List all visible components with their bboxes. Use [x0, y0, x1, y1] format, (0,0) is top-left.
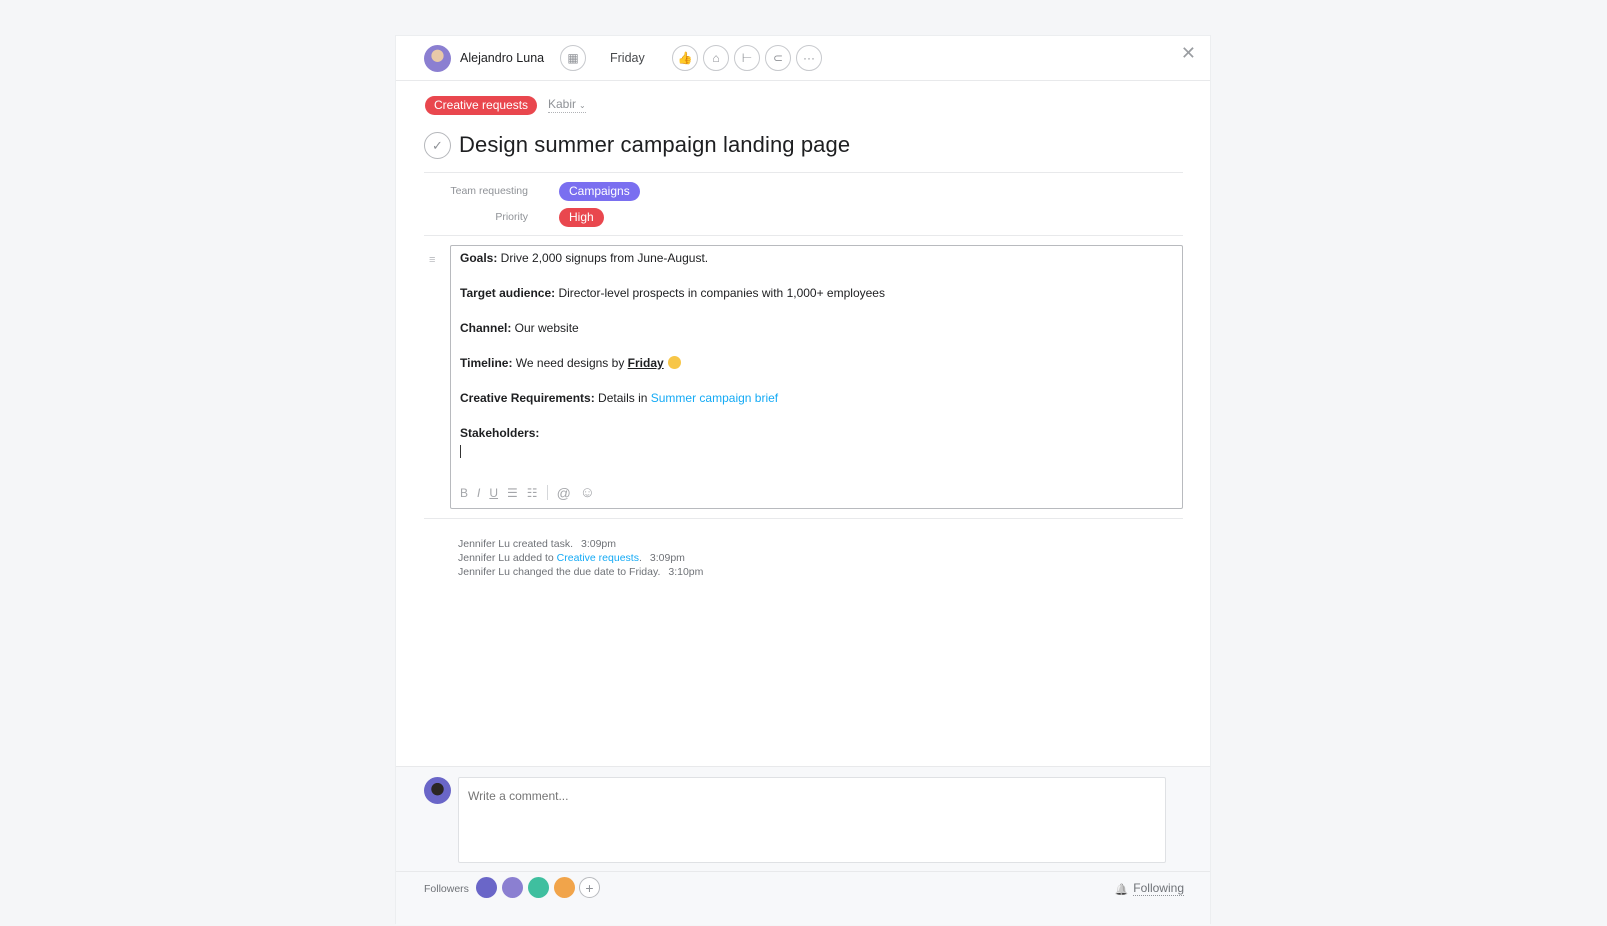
- line-text: Director-level prospects in companies wi…: [555, 286, 885, 300]
- add-follower-button[interactable]: +: [579, 877, 600, 898]
- description-line: Goals: Drive 2,000 signups from June-Aug…: [460, 251, 708, 265]
- task-title[interactable]: Design summer campaign landing page: [459, 132, 850, 158]
- line-label: Goals:: [460, 251, 498, 265]
- description-icon: ≡: [429, 254, 436, 266]
- grimace-emoji-icon: [667, 356, 681, 369]
- divider: [424, 518, 1183, 519]
- current-user-avatar: [424, 777, 451, 804]
- chevron-down-icon: ⌄: [579, 101, 586, 110]
- assignee-name[interactable]: Alejandro Luna: [460, 51, 544, 65]
- format-toolbar: B I U ☰ ☷ @ ☺: [460, 484, 595, 501]
- activity-item: Jennifer Lu created task. 3:09pm: [458, 538, 616, 550]
- tag-icon[interactable]: ⌂: [703, 45, 729, 71]
- close-icon[interactable]: ✕: [1181, 43, 1196, 64]
- project-link[interactable]: Creative requests: [557, 552, 639, 564]
- line-label: Stakeholders:: [460, 426, 540, 440]
- description-line: Timeline: We need designs by Friday: [460, 356, 681, 370]
- activity-text: Jennifer Lu created task.: [458, 538, 573, 550]
- italic-icon[interactable]: I: [477, 486, 480, 500]
- task-detail-pane: Alejandro Luna ▦ Friday 👍 ⌂ ⊢ ⊂ ··· ✕ Cr…: [395, 35, 1211, 925]
- line-label: Creative Requirements:: [460, 391, 595, 405]
- subtask-icon[interactable]: ⊢: [734, 45, 760, 71]
- description-line: Stakeholders:: [460, 426, 539, 440]
- activity-time: 3:09pm: [649, 552, 685, 564]
- activity-suffix: .: [638, 552, 642, 564]
- line-label: Timeline:: [460, 356, 513, 370]
- mention-icon[interactable]: @: [557, 485, 571, 501]
- field-value-team[interactable]: Campaigns: [559, 182, 640, 201]
- line-text: Our website: [511, 321, 579, 335]
- toolbar-divider: [546, 485, 548, 500]
- mark-complete-button[interactable]: ✓: [424, 132, 451, 159]
- bullet-list-icon[interactable]: ☰: [507, 486, 518, 500]
- due-date[interactable]: Friday: [610, 51, 645, 65]
- activity-item: Jennifer Lu added to Creative requests. 3…: [458, 552, 685, 564]
- line-text: Details in: [594, 391, 651, 405]
- comment-input[interactable]: [458, 777, 1166, 863]
- more-icon[interactable]: ···: [796, 45, 822, 71]
- numbered-list-icon[interactable]: ☷: [527, 486, 538, 500]
- divider: [424, 235, 1183, 236]
- description-line: Creative Requirements: Details in Summer…: [460, 391, 778, 405]
- activity-time: 3:09pm: [580, 538, 617, 550]
- activity-text: Jennifer Lu added to: [458, 552, 557, 564]
- date-mention[interactable]: Friday: [628, 356, 664, 370]
- assignee-avatar[interactable]: [424, 45, 451, 72]
- like-icon[interactable]: 👍: [672, 45, 698, 71]
- brief-link[interactable]: Summer campaign brief: [651, 391, 778, 405]
- activity-time: 3:10pm: [668, 566, 704, 578]
- calendar-icon[interactable]: ▦: [560, 45, 586, 71]
- attachment-icon[interactable]: ⊂: [765, 45, 791, 71]
- project-pill[interactable]: Creative requests: [425, 96, 538, 115]
- follower-avatar[interactable]: [554, 877, 575, 898]
- line-label: Target audience:: [460, 286, 556, 300]
- description-line: Channel: Our website: [460, 321, 579, 335]
- bell-icon: 🔔: [1114, 883, 1129, 896]
- line-text: Drive 2,000 signups from June-August.: [497, 251, 709, 265]
- field-value-priority[interactable]: High: [559, 208, 604, 227]
- follower-avatar[interactable]: [476, 877, 497, 898]
- following-toggle[interactable]: 🔔 Following: [1115, 882, 1184, 896]
- description-line: Target audience: Director-level prospect…: [460, 286, 885, 300]
- field-label-priority: Priority: [495, 211, 528, 223]
- line-label: Channel:: [460, 321, 512, 335]
- followers-label: Followers: [424, 883, 469, 895]
- activity-text: Jennifer Lu changed the due date to Frid…: [458, 566, 661, 578]
- underline-icon[interactable]: U: [489, 486, 498, 500]
- following-label: Following: [1133, 881, 1184, 896]
- task-toolbar: Alejandro Luna ▦ Friday 👍 ⌂ ⊢ ⊂ ··· ✕: [396, 36, 1210, 81]
- divider: [424, 172, 1183, 173]
- emoji-icon[interactable]: ☺: [580, 484, 595, 501]
- section-dropdown[interactable]: Kabir ⌄: [548, 98, 586, 113]
- followers-bar: Followers + 🔔 Following: [396, 871, 1210, 926]
- bold-icon[interactable]: B: [460, 486, 468, 500]
- text-caret: [460, 445, 461, 458]
- section-label: Kabir: [548, 97, 577, 111]
- follower-avatar[interactable]: [502, 877, 523, 898]
- activity-item: Jennifer Lu changed the due date to Frid…: [458, 566, 703, 578]
- follower-avatar[interactable]: [528, 877, 549, 898]
- description-editor[interactable]: Goals: Drive 2,000 signups from June-Aug…: [450, 245, 1183, 509]
- field-label-team: Team requesting: [450, 185, 528, 197]
- line-text: We need designs by: [512, 356, 628, 370]
- comment-area: Followers + 🔔 Following: [396, 766, 1210, 925]
